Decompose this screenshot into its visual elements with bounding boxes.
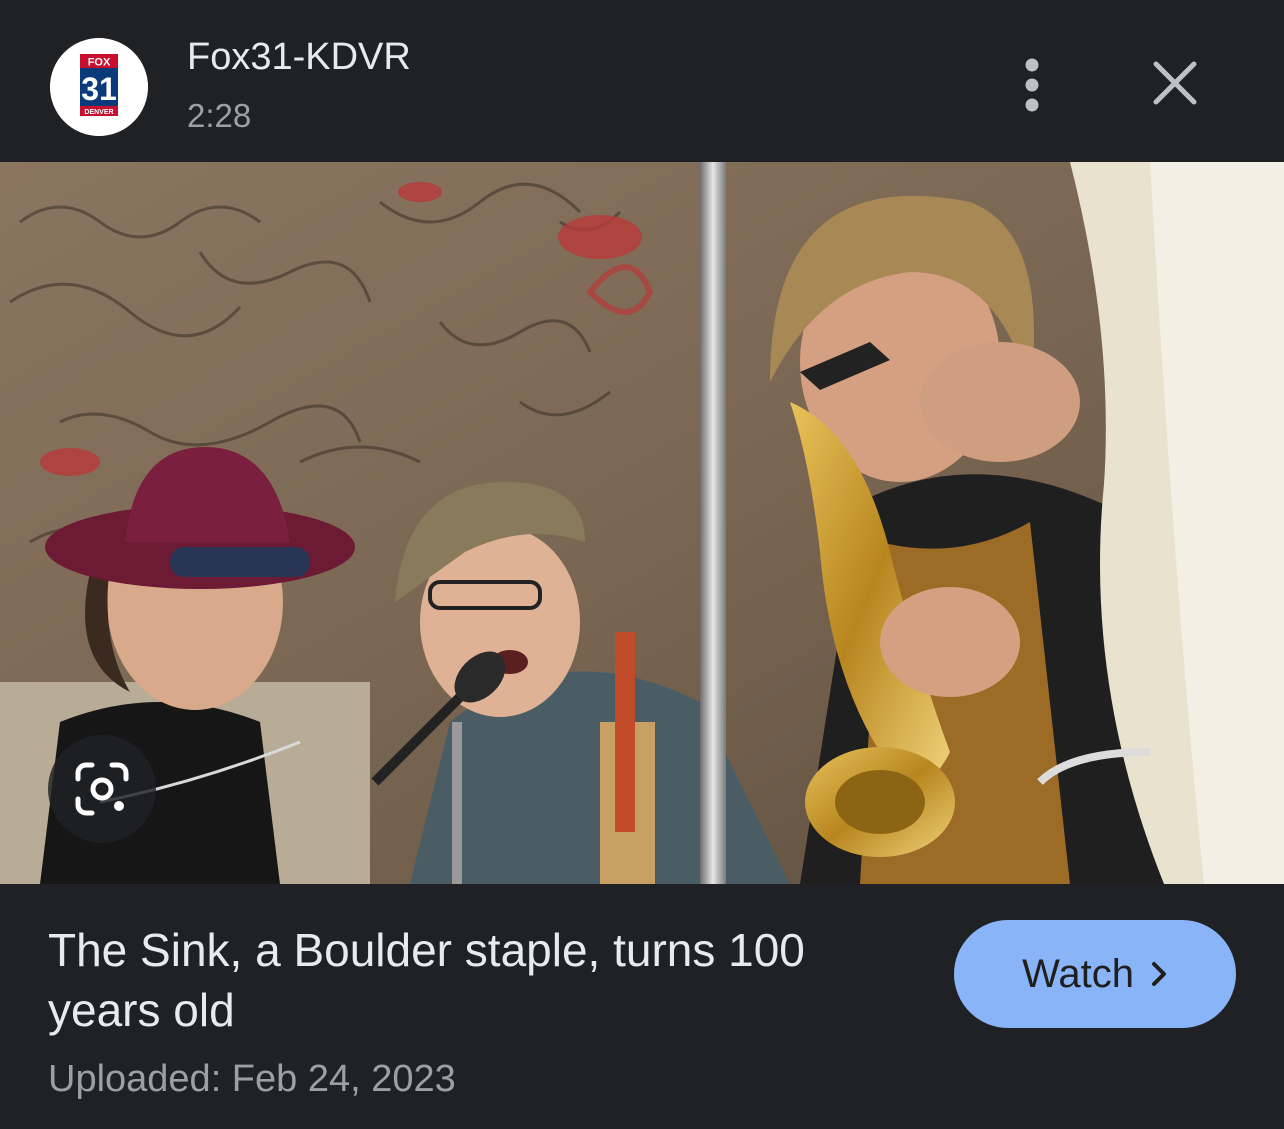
channel-logo[interactable]: FOX 31 DENVER (50, 38, 148, 136)
video-duration: 2:28 (187, 97, 252, 134)
fox31-logo-icon: FOX 31 DENVER (50, 38, 148, 136)
svg-text:DENVER: DENVER (84, 109, 113, 116)
watch-button-label: Watch (1022, 951, 1134, 996)
google-lens-icon (75, 762, 129, 816)
chevron-right-icon (1151, 962, 1166, 986)
result-header: FOX 31 DENVER Fox31-KDVR 2:28 (0, 0, 1284, 162)
close-button[interactable] (1140, 48, 1210, 118)
watch-button[interactable]: Watch (954, 920, 1236, 1028)
video-thumbnail[interactable] (0, 162, 1284, 884)
svg-text:31: 31 (81, 71, 117, 107)
google-lens-button[interactable] (48, 735, 156, 843)
thumbnail-image (0, 162, 1284, 884)
channel-name[interactable]: Fox31-KDVR (187, 36, 411, 79)
upload-date: Uploaded: Feb 24, 2023 (48, 1058, 456, 1100)
close-icon (1153, 61, 1197, 105)
video-title[interactable]: The Sink, a Boulder staple, turns 100 ye… (48, 920, 918, 1040)
more-vert-icon (1025, 58, 1039, 112)
svg-text:FOX: FOX (88, 57, 111, 69)
more-options-button[interactable] (1002, 50, 1062, 120)
